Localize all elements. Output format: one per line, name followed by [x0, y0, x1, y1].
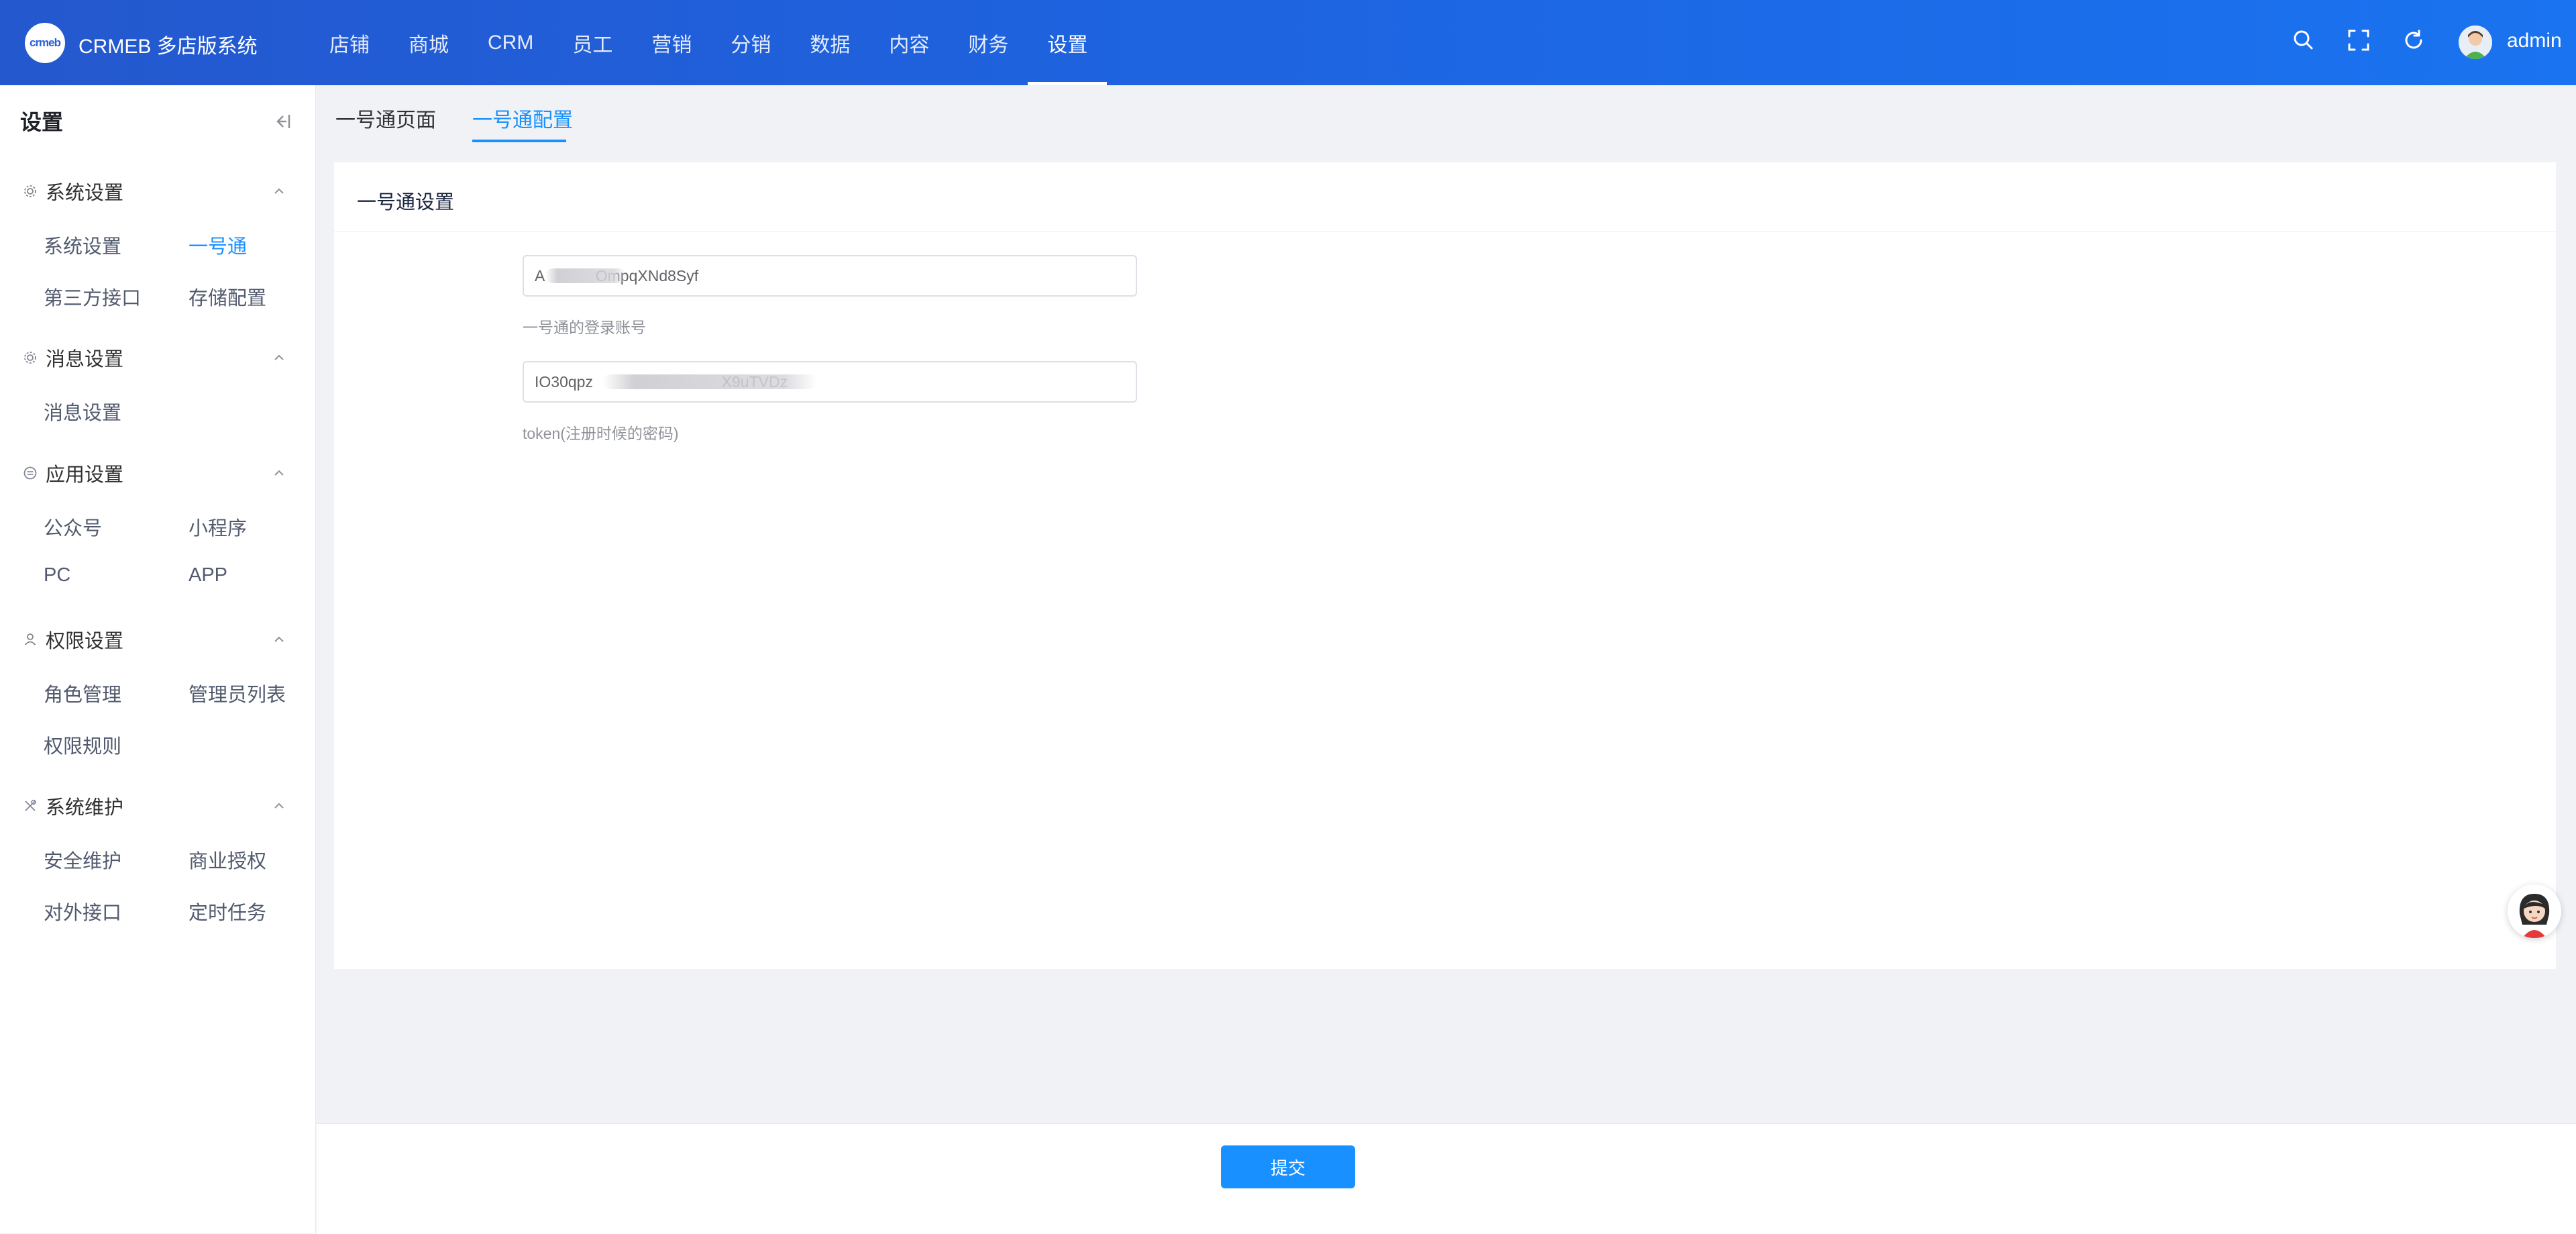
- group-app-settings[interactable]: 应用设置: [23, 458, 298, 488]
- sidebar-item-license[interactable]: 商业授权: [189, 845, 266, 874]
- group-system-settings[interactable]: 系统设置: [23, 176, 298, 206]
- sidebar-item-yihaotong[interactable]: 一号通: [189, 231, 247, 259]
- redacted-blur: [602, 374, 817, 389]
- sidebar: 设置 系统设置 系统设置 一号通 第三方接口 存储配置 消息设置 消息设置 应用…: [0, 85, 316, 1233]
- tab-yihaotong-page[interactable]: 一号通页面: [335, 103, 436, 133]
- group-system-maintenance[interactable]: 系统维护: [23, 791, 298, 821]
- sidebar-item-message-settings[interactable]: 消息设置: [44, 397, 121, 425]
- search-icon[interactable]: [2289, 25, 2318, 55]
- top-nav: 店铺 商城 CRM 员工 营销 分销 数据 内容 财务 设置: [310, 0, 1108, 85]
- top-header: crmeb CRMEB 多店版系统 店铺 商城 CRM 员工 营销 分销 数据 …: [0, 0, 2576, 85]
- gear-icon: [24, 352, 36, 364]
- username[interactable]: admin: [2507, 30, 2562, 52]
- submit-button[interactable]: 提交: [1221, 1145, 1355, 1188]
- nav-item-finance[interactable]: 财务: [949, 0, 1028, 85]
- brand-name: CRMEB 多店版系统: [78, 36, 258, 58]
- group-permission-settings[interactable]: 权限设置: [23, 625, 298, 654]
- sidebar-item-system-settings[interactable]: 系统设置: [44, 231, 121, 259]
- account-help-text: 一号通的登录账号: [523, 319, 646, 336]
- fullscreen-icon[interactable]: [2344, 25, 2373, 55]
- nav-item-staff[interactable]: 员工: [553, 0, 632, 85]
- customer-service-icon: [2508, 884, 2561, 938]
- nav-item-crm[interactable]: CRM: [468, 0, 553, 85]
- nav-item-data[interactable]: 数据: [790, 0, 869, 85]
- group-label: 消息设置: [46, 349, 124, 370]
- user-avatar[interactable]: [2459, 25, 2492, 59]
- refresh-icon[interactable]: [2399, 25, 2428, 55]
- sidebar-item-storage-config[interactable]: 存储配置: [189, 282, 266, 311]
- nav-item-store[interactable]: 店铺: [310, 0, 389, 85]
- nav-item-content[interactable]: 内容: [869, 0, 949, 85]
- sidebar-item-third-party-api[interactable]: 第三方接口: [44, 282, 141, 311]
- sidebar-item-pc[interactable]: PC: [44, 564, 70, 586]
- app-icon: [23, 466, 37, 480]
- tab-bar: [317, 85, 2576, 151]
- nav-item-distribution[interactable]: 分销: [711, 0, 790, 85]
- group-label: 应用设置: [46, 464, 124, 486]
- sidebar-item-official-account[interactable]: 公众号: [44, 513, 102, 541]
- sidebar-item-permission-rules[interactable]: 权限规则: [44, 731, 121, 759]
- logo[interactable]: crmeb: [25, 23, 65, 63]
- chevron-up-icon: [274, 354, 284, 360]
- collapse-sidebar-icon[interactable]: [270, 109, 294, 134]
- user-icon: [24, 633, 36, 646]
- sidebar-item-scheduled-tasks[interactable]: 定时任务: [189, 897, 266, 925]
- active-tab-indicator: [472, 140, 566, 142]
- group-label: 系统维护: [46, 797, 124, 819]
- nav-item-settings[interactable]: 设置: [1028, 0, 1108, 85]
- sidebar-item-external-api[interactable]: 对外接口: [44, 897, 121, 925]
- chevron-up-icon: [274, 470, 284, 476]
- group-label: 权限设置: [46, 631, 124, 652]
- sidebar-item-admin-list[interactable]: 管理员列表: [189, 679, 286, 707]
- sidebar-title: 设置: [20, 110, 64, 134]
- tools-icon: [25, 799, 36, 811]
- sidebar-item-security[interactable]: 安全维护: [44, 845, 121, 874]
- sidebar-item-role-management[interactable]: 角色管理: [44, 679, 121, 707]
- group-label: 系统设置: [46, 183, 124, 204]
- avatar-icon: [2459, 25, 2492, 59]
- chevron-up-icon: [274, 636, 284, 642]
- customer-service-avatar[interactable]: [2508, 884, 2561, 938]
- group-message-settings[interactable]: 消息设置: [23, 343, 298, 372]
- settings-card: 一号通设置 账号: 一号通的登录账号 token/密码: token(注册时候的…: [334, 162, 2556, 969]
- chevron-up-icon: [274, 188, 284, 194]
- chevron-up-icon: [274, 803, 284, 809]
- sidebar-item-app[interactable]: APP: [189, 564, 227, 586]
- card-title: 一号通设置: [357, 192, 455, 213]
- footer-bar: 提交: [317, 1123, 2576, 1234]
- token-help-text: token(注册时候的密码): [523, 425, 679, 442]
- card-header: 一号通设置: [334, 162, 2556, 232]
- tab-yihaotong-config[interactable]: 一号通配置: [472, 103, 573, 133]
- nav-item-mall[interactable]: 商城: [389, 0, 468, 85]
- nav-item-marketing[interactable]: 营销: [632, 0, 711, 85]
- redacted-blur: [545, 268, 626, 283]
- gear-icon: [24, 185, 36, 197]
- sidebar-item-mini-program[interactable]: 小程序: [189, 513, 247, 541]
